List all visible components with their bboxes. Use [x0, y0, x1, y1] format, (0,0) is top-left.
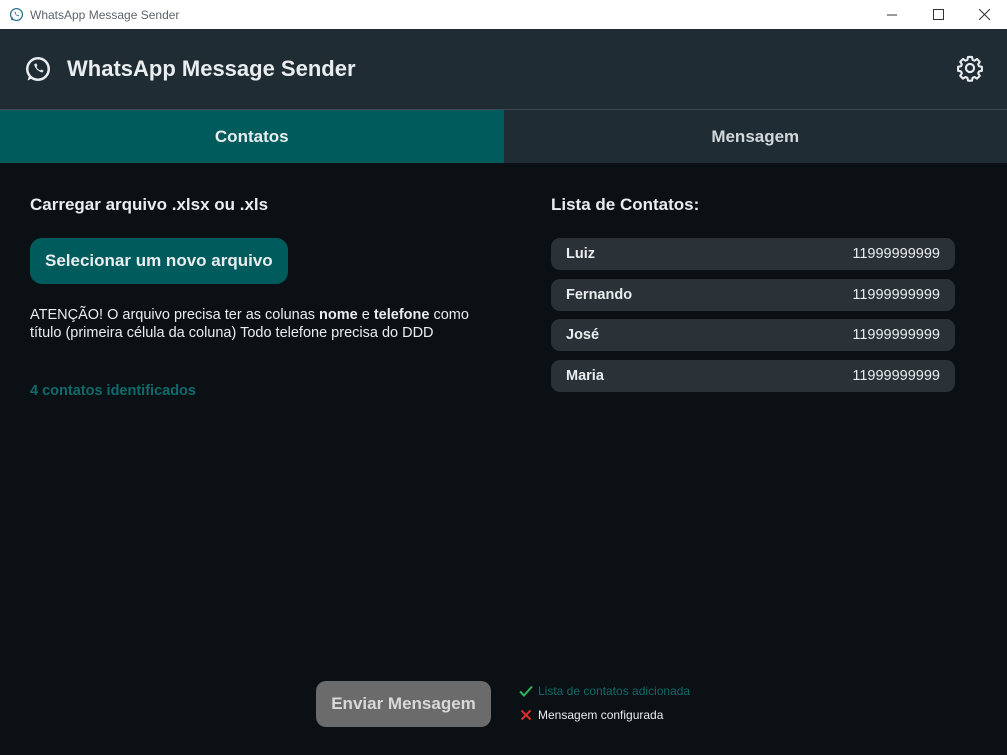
status-text: Mensagem configurada [538, 708, 664, 722]
list-item: Luiz 11999999999 [551, 238, 955, 270]
maximize-icon [932, 9, 944, 20]
status-text: Lista de contatos adicionada [538, 684, 691, 698]
contact-name: José [566, 327, 600, 344]
close-button[interactable] [961, 0, 1007, 29]
contact-phone: 11999999999 [852, 368, 940, 385]
maximize-button[interactable] [915, 0, 961, 29]
contact-phone: 11999999999 [852, 286, 940, 303]
window-titlebar: WhatsApp Message Sender [0, 0, 1007, 29]
app-title: WhatsApp Message Sender [67, 56, 356, 81]
cross-icon [519, 708, 533, 722]
contact-name: Maria [566, 368, 604, 385]
contact-name: Luiz [566, 246, 595, 262]
contacts-count: 4 contatos identificados [30, 383, 196, 399]
contact-phone: 11999999999 [852, 327, 940, 344]
status-contacts-added: Lista de contatos adicionada [519, 684, 690, 698]
list-item: Maria 11999999999 [551, 360, 955, 393]
contact-name: Fernando [566, 286, 633, 303]
tab-bar: Contatos Mensagem [0, 110, 1007, 163]
settings-button[interactable] [955, 53, 985, 83]
tab-contatos[interactable]: Contatos [0, 110, 504, 163]
status-message-configured: Mensagem configurada [519, 708, 663, 722]
contacts-title: Lista de Contatos: [551, 195, 700, 214]
close-icon [978, 9, 990, 20]
list-item: José 11999999999 [551, 319, 955, 352]
check-icon [519, 684, 533, 698]
minimize-button[interactable] [869, 0, 915, 29]
contact-list: Luiz 11999999999 Fernando 11999999999 Jo… [551, 238, 955, 401]
warning-column-telefone: telefone [373, 307, 430, 323]
upload-title: Carregar arquivo .xlsx ou .xls [30, 195, 269, 214]
whatsapp-icon [24, 55, 52, 83]
tab-mensagem[interactable]: Mensagem [503, 110, 1007, 163]
window-title: WhatsApp Message Sender [30, 7, 180, 22]
contact-phone: 11999999999 [852, 246, 940, 262]
select-file-button[interactable]: Selecionar um novo arquivo [30, 238, 288, 284]
warning-and: e [357, 307, 374, 323]
whatsapp-icon [8, 7, 24, 23]
window-controls [869, 0, 1007, 29]
warning-column-nome: nome [319, 307, 358, 323]
upload-warning: ATENÇÃO! O arquivo precisa ter as coluna… [30, 306, 470, 342]
list-item: Fernando 11999999999 [551, 278, 955, 311]
app-header: WhatsApp Message Sender [0, 29, 1007, 110]
warning-prefix: ATENÇÃO! O arquivo precisa ter as coluna… [30, 307, 320, 323]
minimize-icon [887, 14, 897, 15]
send-message-button[interactable]: Enviar Mensagem [316, 681, 491, 727]
gear-icon [957, 55, 983, 82]
